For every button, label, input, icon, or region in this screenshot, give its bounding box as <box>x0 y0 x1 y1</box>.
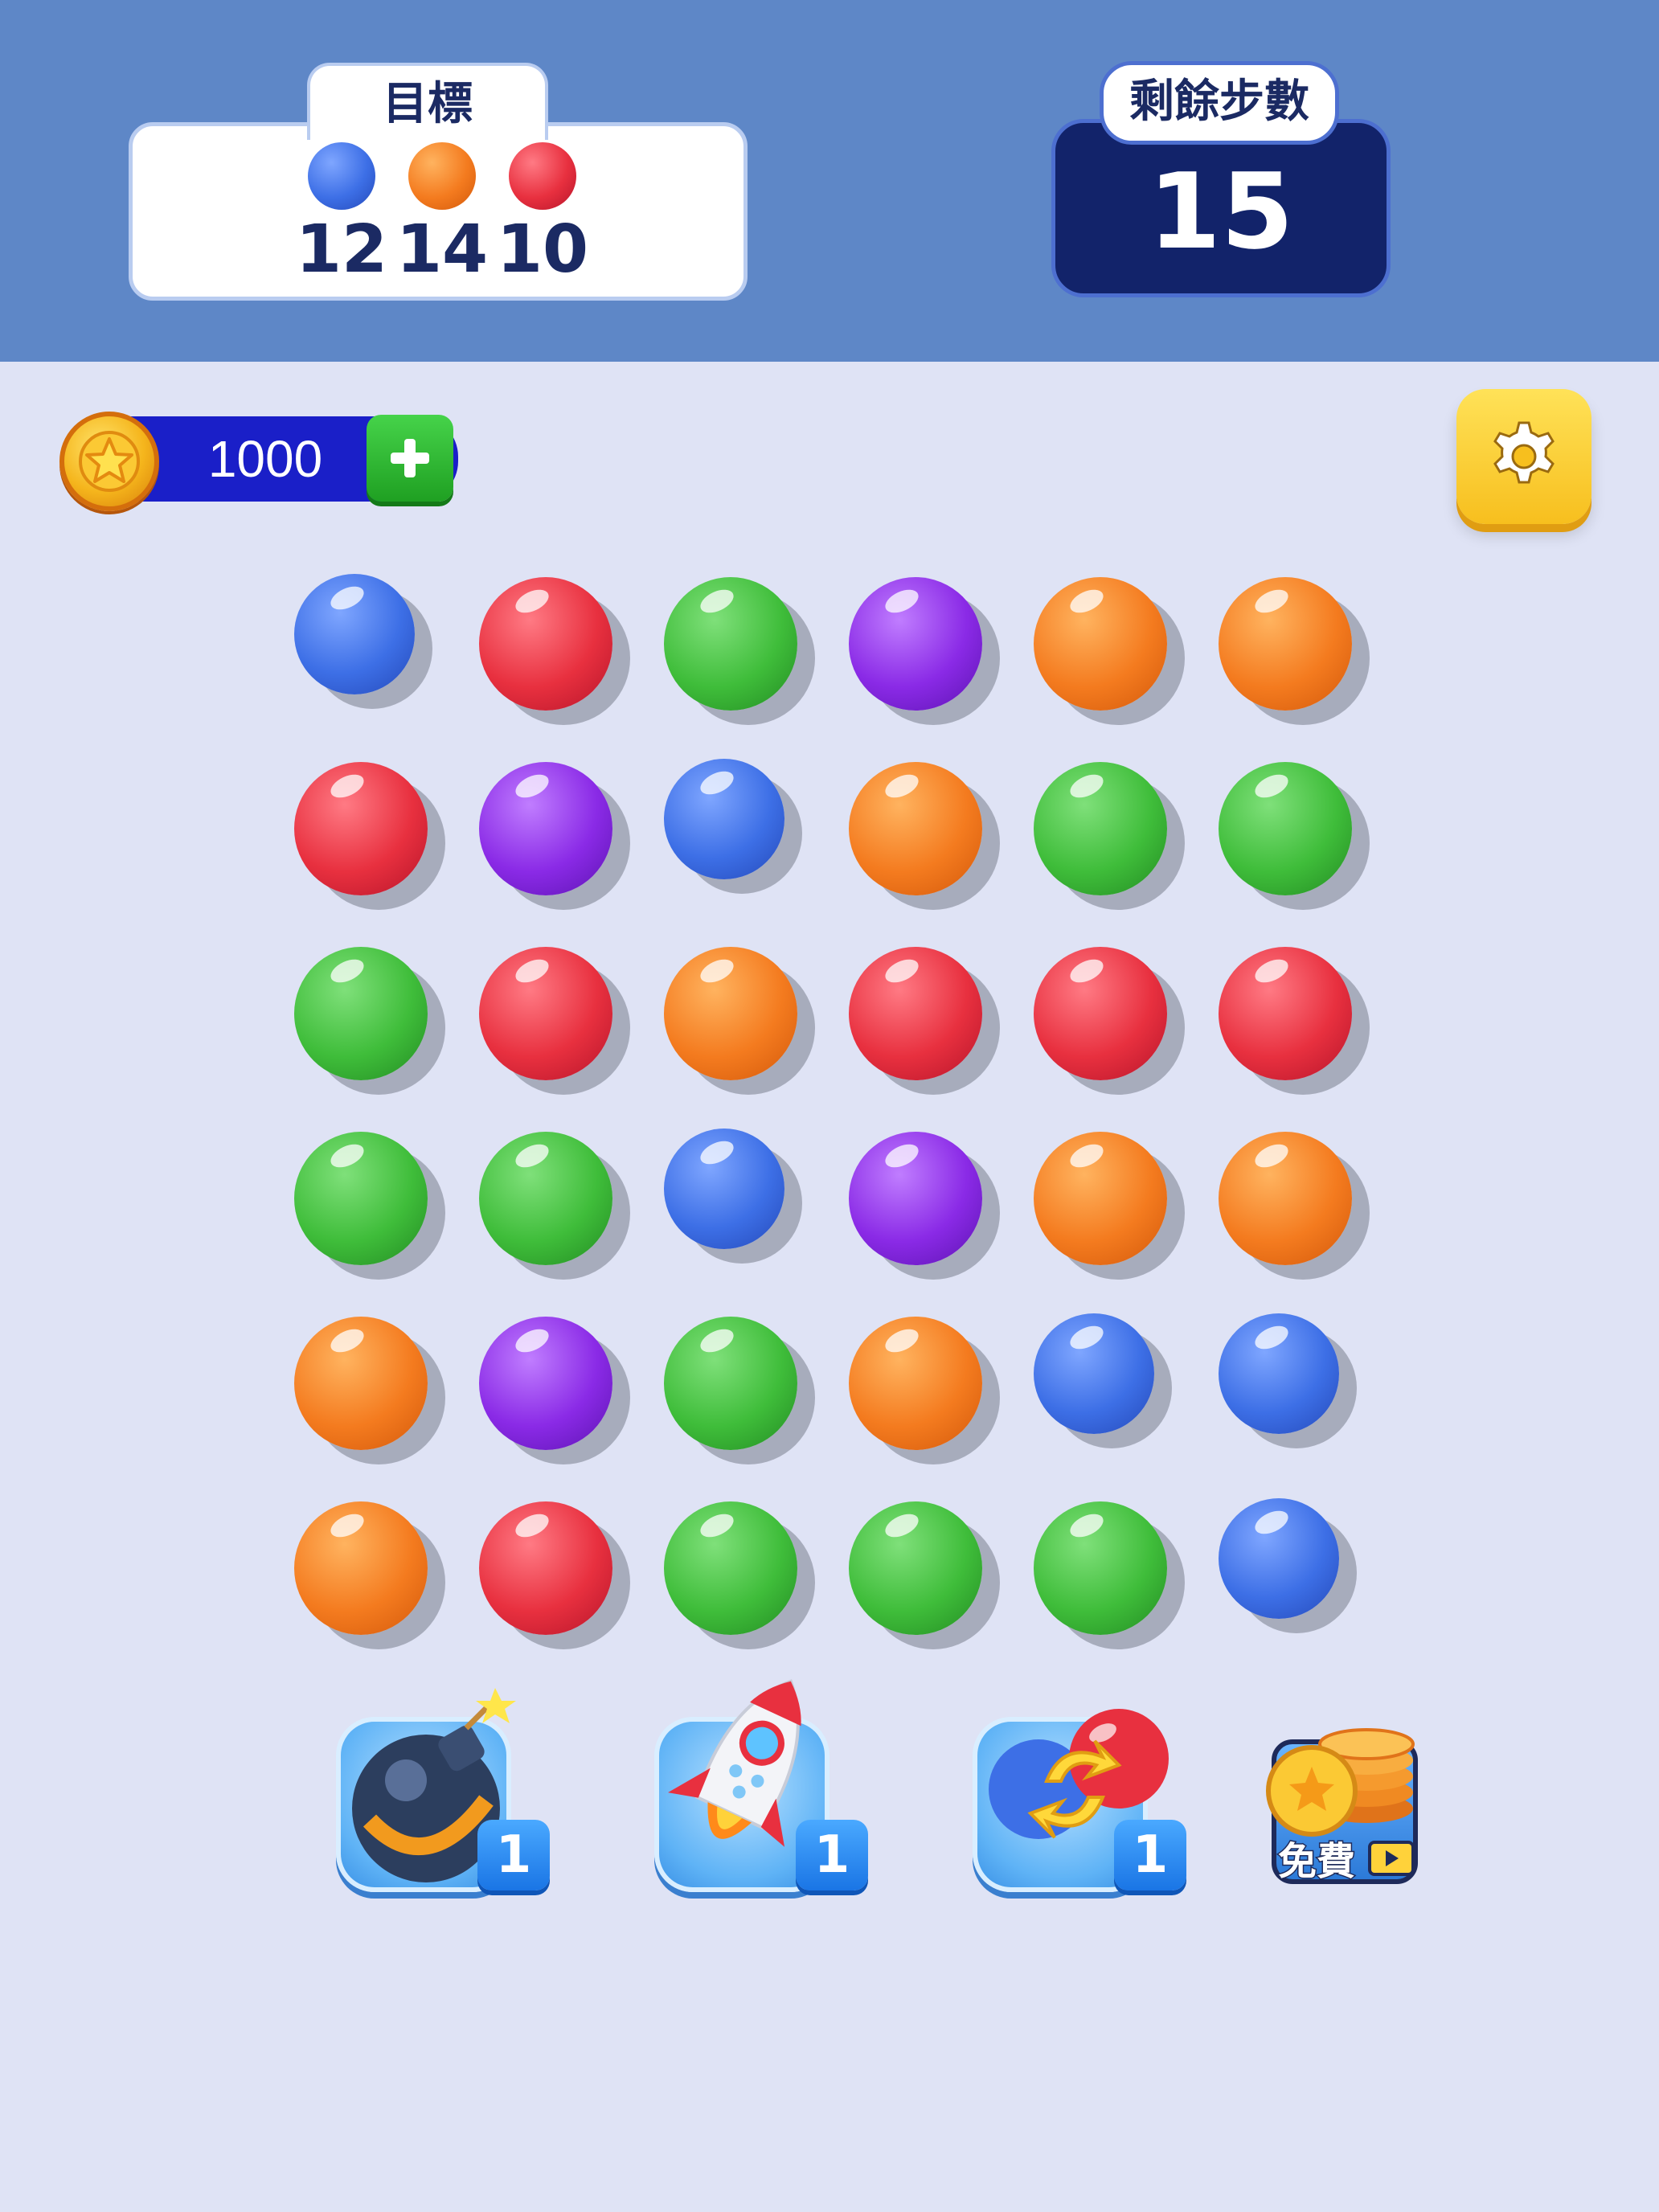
ball-green[interactable] <box>849 1501 982 1635</box>
star-coin-icon <box>59 412 159 511</box>
goal-ball-red-icon <box>509 142 576 210</box>
ball-orange[interactable] <box>849 1317 982 1450</box>
goal-item-red: 10 <box>494 142 591 295</box>
ball-purple[interactable] <box>479 762 612 895</box>
ball-red[interactable] <box>479 577 612 711</box>
moves-title-tab: 剩餘步數 <box>1100 61 1339 145</box>
ball-orange[interactable] <box>1219 577 1352 711</box>
ball-orange[interactable] <box>1034 577 1167 711</box>
ball-blue[interactable] <box>294 574 415 694</box>
ball-green[interactable] <box>1219 762 1352 895</box>
ball-red[interactable] <box>294 762 428 895</box>
ball-blue[interactable] <box>1219 1498 1339 1619</box>
ball-red[interactable] <box>479 1501 612 1635</box>
goal-count-red: 10 <box>496 211 589 288</box>
ball-green[interactable] <box>664 577 797 711</box>
plus-icon <box>391 439 429 477</box>
coin-stack-icon <box>1266 1728 1415 1837</box>
ball-orange[interactable] <box>1219 1132 1352 1265</box>
ball-green[interactable] <box>294 947 428 1080</box>
ball-red[interactable] <box>479 947 612 1080</box>
ball-purple[interactable] <box>849 1132 982 1265</box>
booster-swap-count: 1 <box>1114 1820 1186 1890</box>
booster-rocket-count: 1 <box>796 1820 868 1890</box>
goal-title-tab: 目標 <box>307 63 548 140</box>
ball-green[interactable] <box>664 1317 797 1450</box>
ball-red[interactable] <box>849 947 982 1080</box>
coin-balance: 1000 <box>207 430 323 488</box>
goal-ball-blue-icon <box>308 142 375 210</box>
ball-green[interactable] <box>664 1501 797 1635</box>
moves-title: 剩餘步數 <box>1129 76 1309 128</box>
free-reward-label: 免費 <box>1276 1838 1356 1886</box>
goal-item-orange: 14 <box>394 142 490 295</box>
add-coins-button[interactable] <box>367 415 453 502</box>
ball-blue[interactable] <box>664 1129 784 1249</box>
ball-orange[interactable] <box>294 1501 428 1635</box>
goal-ball-orange-icon <box>408 142 476 210</box>
ball-orange[interactable] <box>294 1317 428 1450</box>
ball-purple[interactable] <box>849 577 982 711</box>
ball-purple[interactable] <box>479 1317 612 1450</box>
ball-orange[interactable] <box>849 762 982 895</box>
ball-green[interactable] <box>1034 762 1167 895</box>
goal-count-blue: 12 <box>295 211 388 288</box>
ball-orange[interactable] <box>664 947 797 1080</box>
goal-count-orange: 14 <box>395 211 489 288</box>
ball-green[interactable] <box>294 1132 428 1265</box>
ball-blue[interactable] <box>1219 1313 1339 1434</box>
goal-panel: 12 14 10 <box>129 122 748 301</box>
ball-blue[interactable] <box>664 759 784 879</box>
ball-red[interactable] <box>1034 947 1167 1080</box>
moves-left-value: 15 <box>1148 150 1294 272</box>
settings-button[interactable] <box>1456 389 1591 524</box>
ball-orange[interactable] <box>1034 1132 1167 1265</box>
booster-bomb-count: 1 <box>477 1820 550 1890</box>
play-video-icon <box>1368 1841 1415 1876</box>
ball-blue[interactable] <box>1034 1313 1154 1434</box>
ball-green[interactable] <box>479 1132 612 1265</box>
ball-green[interactable] <box>1034 1501 1167 1635</box>
gear-icon <box>1493 421 1555 484</box>
goal-title: 目標 <box>383 78 473 130</box>
goal-item-blue: 12 <box>293 142 390 295</box>
ball-red[interactable] <box>1219 947 1352 1080</box>
